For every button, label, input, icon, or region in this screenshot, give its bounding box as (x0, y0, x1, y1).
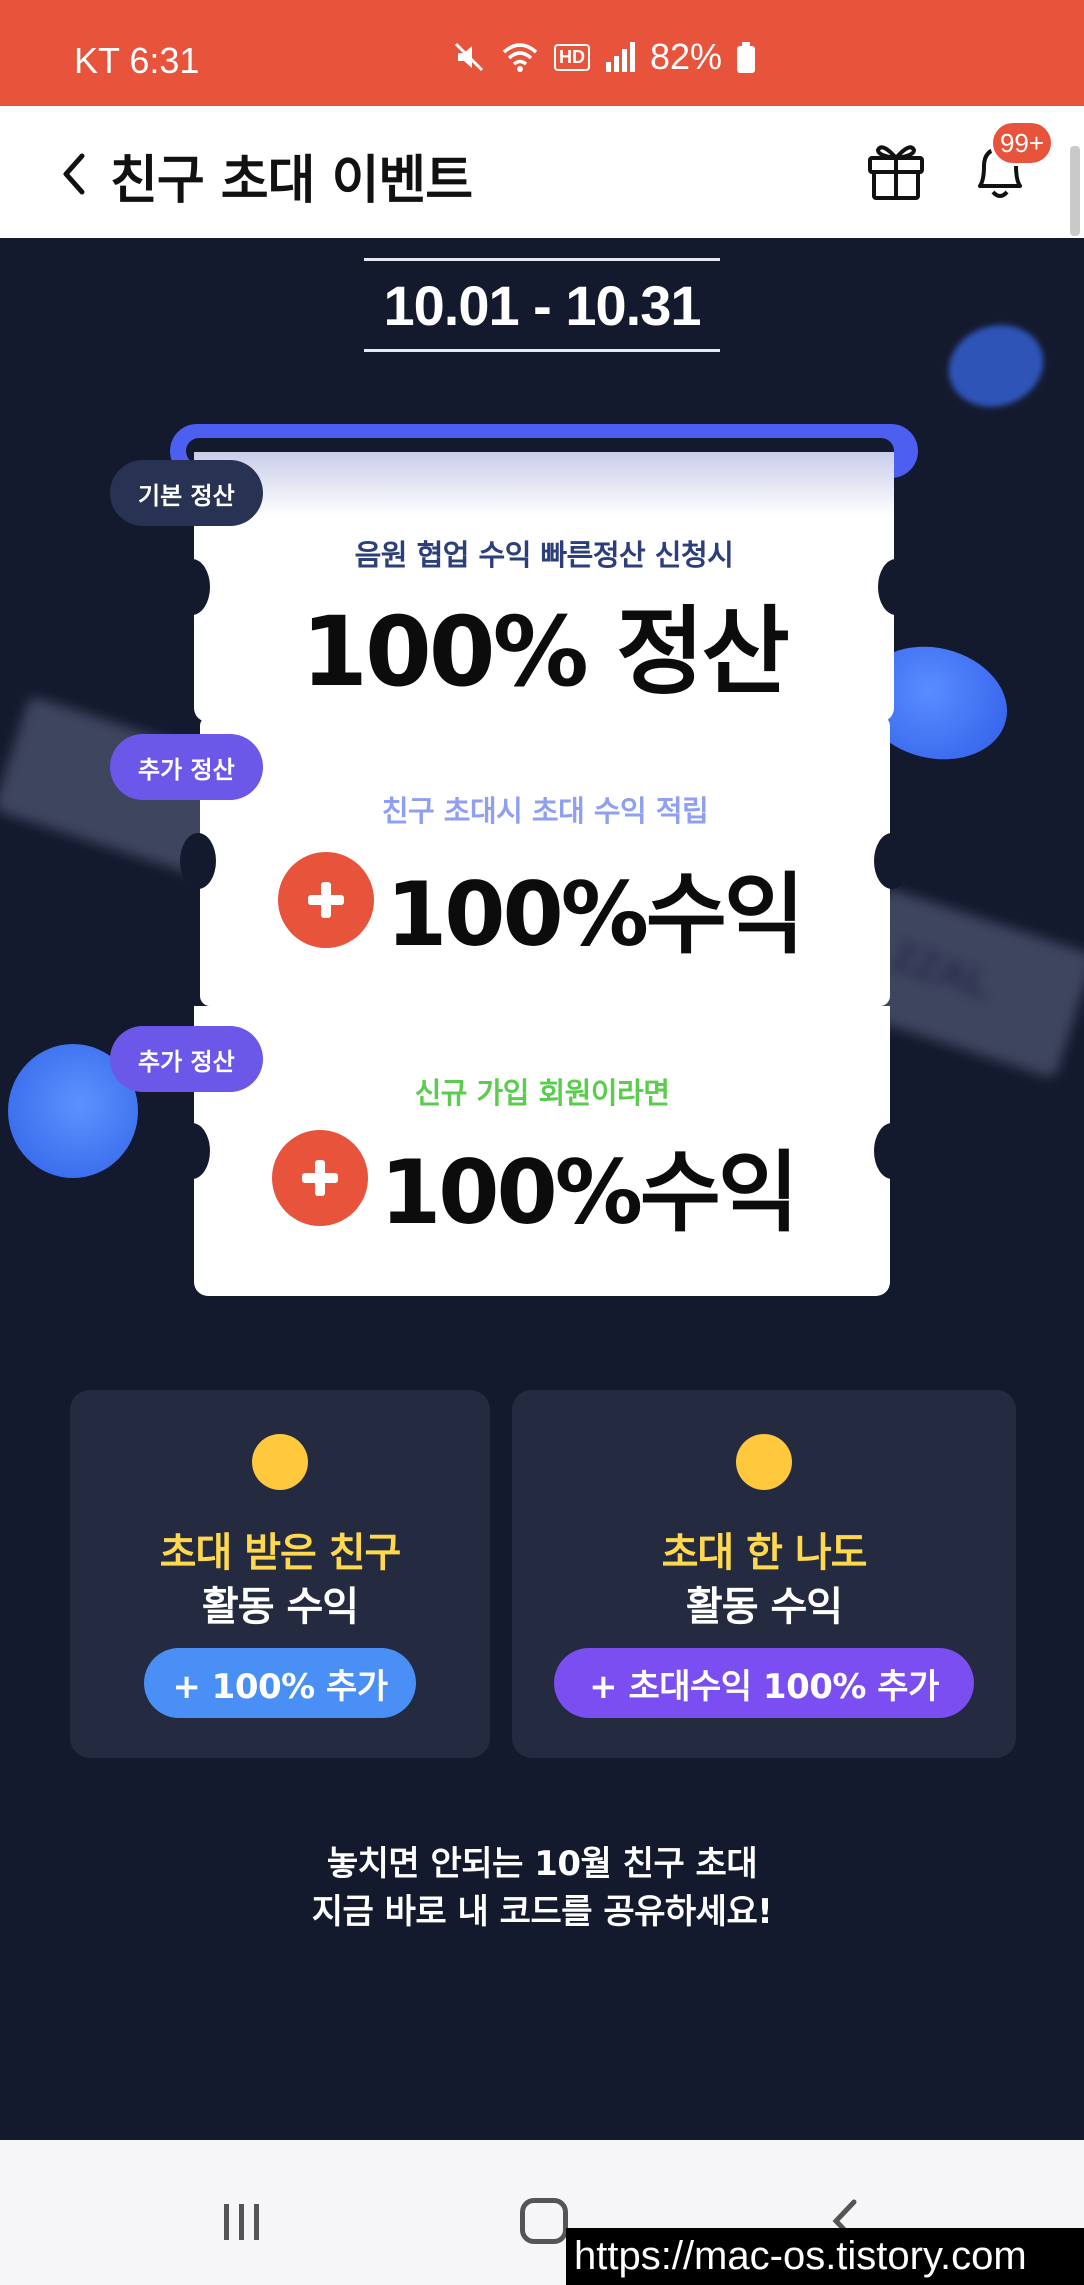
sunglasses-face-icon (736, 1434, 792, 1490)
gift-icon (868, 145, 924, 200)
ticket-invite-income: 친구 초대시 초대 수익 적립 100%수익 (200, 716, 890, 1006)
status-icons: HD 82% (452, 36, 756, 78)
ticket-new-member: 신규 가입 회원이라면 100%수익 (194, 1006, 890, 1296)
battery-icon (737, 42, 756, 73)
battery-percent: 82% (650, 36, 723, 77)
wifi-icon (502, 43, 538, 72)
bottom-message-line1: 놓치면 안되는 10월 친구 초대 (326, 1844, 758, 1884)
card-inviter: 초대 한 나도 활동 수익 + 초대수익 100% 추가 (512, 1390, 1016, 1758)
card-subtitle: 활동 수익 (201, 1584, 359, 1630)
scrollbar[interactable] (1070, 146, 1080, 236)
event-content: 10.01 - 10.31 ZZAL 음원 협업 수익 빠른정산 신청시 100… (0, 238, 1084, 2140)
chevron-left-icon (63, 153, 85, 195)
tag-extra-settlement: 추가 정산 (110, 734, 263, 800)
ticket-main-text: 100% 정산 (301, 596, 790, 708)
recent-apps-button[interactable] (220, 2202, 264, 2242)
page-title: 친구 초대 이벤트 (110, 151, 473, 211)
ticket-main-text: 100%수익 (380, 1141, 799, 1244)
party-face-icon (252, 1434, 308, 1490)
decor-ticket-text: ZZAL (886, 933, 997, 1008)
tag-extra-settlement: 추가 정산 (110, 1026, 263, 1092)
plus-icon (272, 1130, 368, 1226)
event-date-range: 10.01 - 10.31 (364, 258, 720, 352)
card-bonus-pill: + 100% 추가 (144, 1648, 416, 1718)
back-button[interactable] (52, 146, 102, 202)
carrier-time: KT 6:31 (74, 40, 200, 81)
ticket-main-text: 100%수익 (386, 863, 805, 966)
app-header: 친구 초대 이벤트 (0, 106, 1084, 238)
plus-icon (278, 852, 374, 948)
ticket-subtitle: 신규 가입 회원이라면 (414, 1076, 670, 1110)
ticket-subtitle: 음원 협업 수익 빠른정산 신청시 (354, 538, 734, 572)
ticket-basic-settlement: 음원 협업 수익 빠른정산 신청시 100% 정산 (194, 452, 894, 722)
ticket-subtitle: 친구 초대시 초대 수익 적립 (381, 794, 709, 828)
gift-button[interactable] (864, 136, 928, 202)
decor-coin-top (937, 313, 1055, 419)
bottom-message-line2: 지금 바로 내 코드를 공유하세요! (311, 1892, 773, 1932)
notification-badge: 99+ (990, 120, 1054, 166)
card-title: 초대 받은 친구 (159, 1530, 402, 1576)
home-button[interactable] (520, 2198, 568, 2244)
status-bar: KT 6:31 HD 82% (0, 0, 1084, 106)
card-invited-friend: 초대 받은 친구 활동 수익 + 100% 추가 (70, 1390, 490, 1758)
card-subtitle: 활동 수익 (685, 1584, 843, 1630)
hd-icon: HD (554, 43, 590, 71)
tag-basic-settlement: 기본 정산 (110, 460, 263, 526)
signal-icon (606, 42, 635, 72)
mute-icon (454, 42, 484, 72)
card-bonus-pill: + 초대수익 100% 추가 (554, 1648, 974, 1718)
watermark: https://mac-os.tistory.com (566, 2228, 1084, 2285)
recent-apps-icon (224, 2204, 259, 2240)
card-title: 초대 한 나도 (661, 1530, 868, 1576)
